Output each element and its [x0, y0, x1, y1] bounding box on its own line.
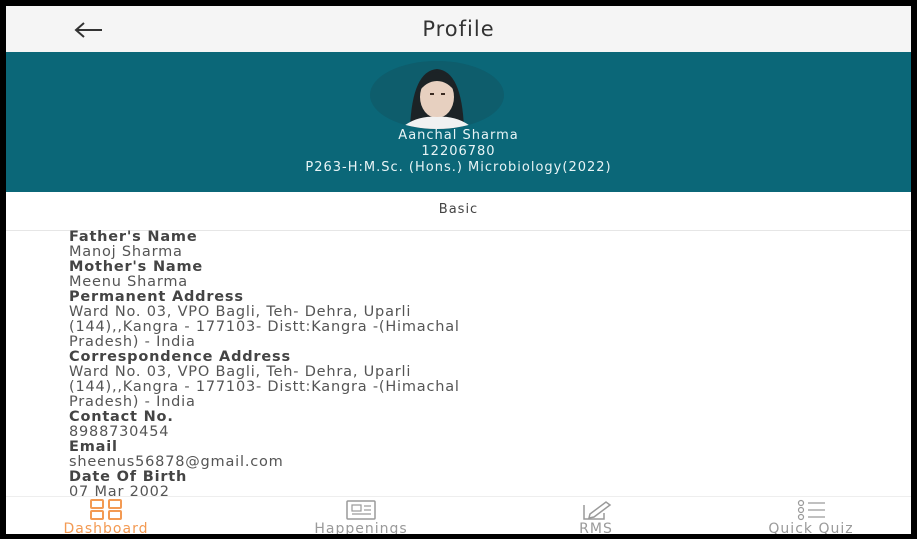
bottom-navigation: Dashboard Happenings RMS Quick Quiz — [6, 496, 911, 534]
date-of-birth-label: Date Of Birth — [69, 469, 188, 485]
newspaper-icon — [346, 500, 376, 520]
contact-number-label: Contact No. — [69, 409, 174, 425]
email-value: sheenus56878@gmail.com — [69, 454, 284, 470]
nav-label: Happenings — [314, 521, 408, 534]
mother-name-value: Meenu Sharma — [69, 274, 188, 290]
profile-tabs: Basic — [6, 192, 911, 231]
nav-happenings[interactable]: Happenings — [261, 497, 461, 534]
basic-details: Father's Name Manoj Sharma Mother's Name… — [69, 229, 889, 500]
profile-header: Aanchal Sharma 12206780 P263-H:M.Sc. (Ho… — [6, 52, 911, 192]
nav-rms[interactable]: RMS — [496, 497, 696, 534]
registration-number: 12206780 — [421, 144, 496, 159]
permanent-address-line: (144),,Kangra - 177103- Distt:Kangra -(H… — [69, 319, 460, 335]
nav-quick-quiz[interactable]: Quick Quiz — [711, 497, 911, 534]
contact-number-value: 8988730454 — [69, 424, 170, 440]
profile-photo — [370, 61, 504, 129]
father-name-value: Manoj Sharma — [69, 244, 183, 260]
correspondence-address-line: (144),,Kangra - 177103- Distt:Kangra -(H… — [69, 379, 460, 395]
nav-dashboard[interactable]: Dashboard — [6, 497, 206, 534]
email-label: Email — [69, 439, 118, 455]
list-icon — [797, 499, 825, 521]
top-app-bar: Profile — [6, 6, 911, 52]
permanent-address-line: Pradesh) - India — [69, 334, 196, 350]
student-name: Aanchal Sharma — [398, 128, 519, 143]
grid-icon — [90, 499, 122, 520]
correspondence-address-label: Correspondence Address — [69, 349, 291, 365]
profile-screen: Profile Aanchal Sharma 12206780 P263-H:M… — [6, 6, 911, 534]
father-name-label: Father's Name — [69, 229, 198, 245]
avatar — [370, 61, 504, 129]
permanent-address-label: Permanent Address — [69, 289, 244, 305]
mother-name-label: Mother's Name — [69, 259, 204, 275]
tab-basic[interactable]: Basic — [6, 202, 911, 217]
back-button[interactable] — [64, 14, 114, 46]
page-title: Profile — [422, 17, 495, 41]
correspondence-address-line: Ward No. 03, VPO Bagli, Teh- Dehra, Upar… — [69, 364, 412, 380]
nav-label: Quick Quiz — [768, 521, 854, 534]
arrow-left-icon — [74, 22, 102, 38]
nav-label: RMS — [579, 521, 613, 534]
edit-icon — [583, 501, 612, 520]
correspondence-address-line: Pradesh) - India — [69, 394, 196, 410]
program-name: P263-H:M.Sc. (Hons.) Microbiology(2022) — [305, 160, 612, 175]
permanent-address-line: Ward No. 03, VPO Bagli, Teh- Dehra, Upar… — [69, 304, 412, 320]
nav-label: Dashboard — [63, 521, 149, 534]
